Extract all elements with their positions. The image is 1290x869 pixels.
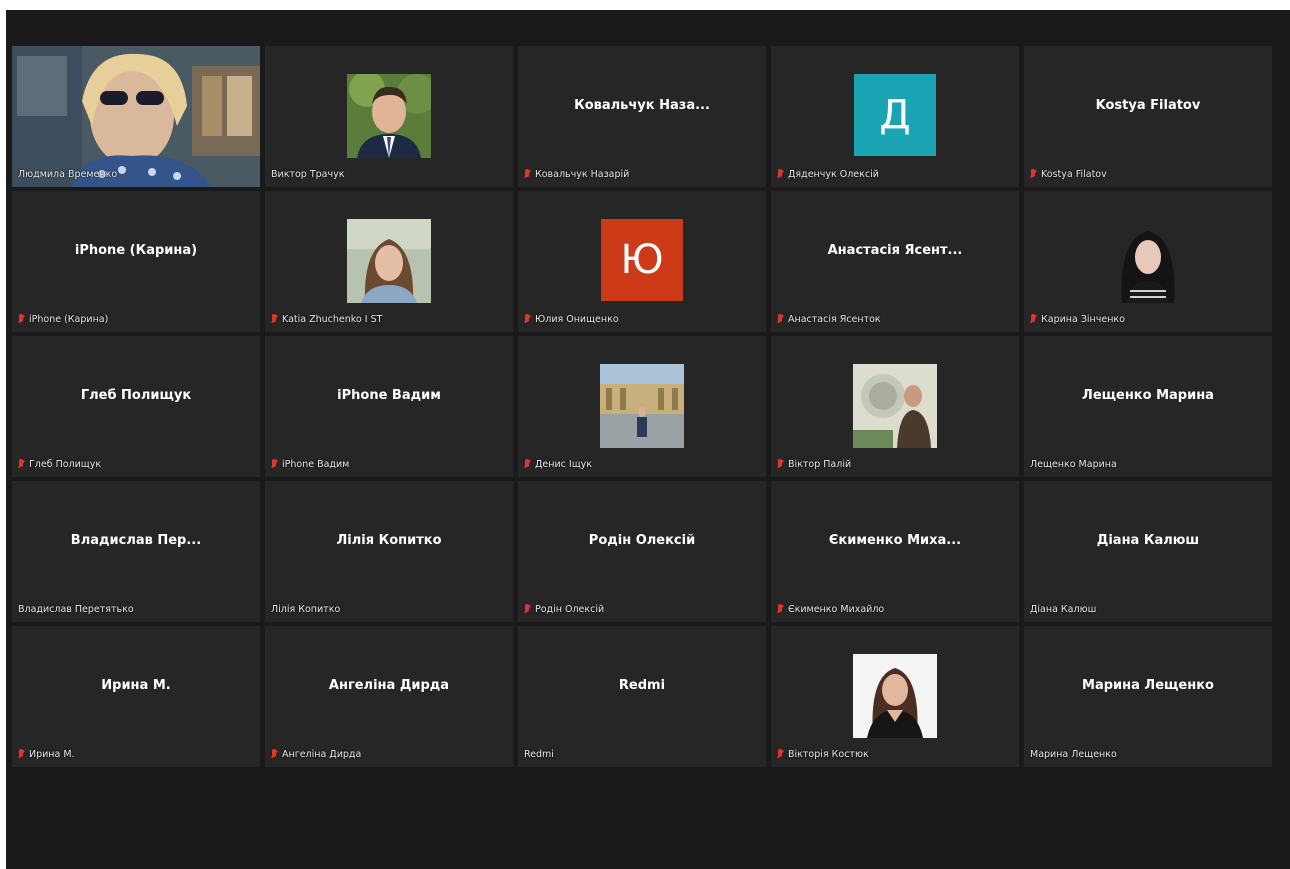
muted-mic-icon <box>1030 314 1037 325</box>
participant-tile[interactable]: Ирина М. Ирина М. <box>12 626 260 767</box>
participant-name-label: Ирина М. <box>18 749 75 760</box>
participant-name-label: iPhone Вадим <box>271 459 349 470</box>
participant-tile[interactable]: Ю Юлия Онищенко <box>518 191 766 332</box>
participant-display-name: iPhone Вадим <box>337 388 441 403</box>
participant-tile[interactable]: Виктор Трачук <box>265 46 513 187</box>
participant-tile[interactable]: Родін Олексій Родін Олексій <box>518 481 766 622</box>
participant-tile[interactable]: iPhone (Карина) iPhone (Карина) <box>12 191 260 332</box>
participant-name-label: Вікторія Костюк <box>777 749 869 760</box>
participant-tile[interactable]: Ангеліна Дирда Ангеліна Дирда <box>265 626 513 767</box>
muted-mic-icon <box>777 749 784 760</box>
muted-mic-icon <box>524 604 531 615</box>
participant-name-label: Карина Зінченко <box>1030 314 1125 325</box>
muted-mic-icon <box>18 459 25 470</box>
muted-mic-icon <box>777 604 784 615</box>
participant-display-name: Лілія Копитко <box>336 533 442 548</box>
participant-name-label: Єкименко Михайло <box>777 604 884 615</box>
participant-tile[interactable]: Глеб Полищук Глеб Полищук <box>12 336 260 477</box>
participant-tile[interactable]: Віктор Палій <box>771 336 1019 477</box>
participant-video <box>12 46 260 187</box>
meeting-window: Людмила Временко Виктор Трачук Ковальчук… <box>6 10 1290 869</box>
participant-name-label: Глеб Полищук <box>18 459 101 470</box>
muted-mic-icon <box>524 169 531 180</box>
participant-tile-active-speaker[interactable]: Людмила Временко <box>12 46 260 187</box>
muted-mic-icon <box>271 314 278 325</box>
participant-tile[interactable]: iPhone Вадим iPhone Вадим <box>265 336 513 477</box>
muted-mic-icon <box>524 459 531 470</box>
participant-name-label: Родін Олексій <box>524 604 604 615</box>
muted-mic-icon <box>18 749 25 760</box>
participant-name-label: Redmi <box>524 749 554 760</box>
participant-name-label: Kostya Filatov <box>1030 169 1107 180</box>
participant-tile[interactable]: Марина Лещенко Марина Лещенко <box>1024 626 1272 767</box>
profile-photo <box>853 364 937 448</box>
profile-photo <box>347 74 431 158</box>
participant-display-name: Ирина М. <box>101 678 171 693</box>
participant-tile[interactable]: Ковальчук Наза... Ковальчук Назарій <box>518 46 766 187</box>
participant-tile[interactable]: Владислав Пер... Владислав Перетятько <box>12 481 260 622</box>
participant-name-label: Дяденчук Олексій <box>777 169 879 180</box>
profile-photo <box>600 364 684 448</box>
profile-photo <box>347 219 431 303</box>
muted-mic-icon <box>777 459 784 470</box>
participant-display-name: Родін Олексій <box>588 533 696 548</box>
participant-tile[interactable]: Лещенко Марина Лещенко Марина <box>1024 336 1272 477</box>
participant-tile[interactable]: Анастасія Ясент... Анастасія Ясенток <box>771 191 1019 332</box>
participant-display-name: Анастасія Ясент... <box>827 243 963 258</box>
participant-display-name: iPhone (Карина) <box>74 243 198 258</box>
participant-tile[interactable]: Денис Іщук <box>518 336 766 477</box>
participant-tile[interactable]: Redmi Redmi <box>518 626 766 767</box>
participant-tile[interactable]: Вікторія Костюк <box>771 626 1019 767</box>
participant-display-name: Владислав Пер... <box>70 533 202 548</box>
muted-mic-icon <box>18 314 25 325</box>
letter-avatar: Д <box>854 74 936 156</box>
participant-display-name: Марина Лещенко <box>1082 678 1214 693</box>
participant-tile[interactable]: Лілія Копитко Лілія Копитко <box>265 481 513 622</box>
participant-tile[interactable]: Kostya Filatov Kostya Filatov <box>1024 46 1272 187</box>
participant-display-name: Kostya Filatov <box>1095 98 1201 113</box>
gallery-grid: Людмила Временко Виктор Трачук Ковальчук… <box>12 46 1272 767</box>
participant-name-label: Марина Лещенко <box>1030 749 1117 760</box>
muted-mic-icon <box>524 314 531 325</box>
participant-display-name: Єкименко Миха... <box>828 533 962 548</box>
muted-mic-icon <box>777 169 784 180</box>
participant-name-label: Ковальчук Назарій <box>524 169 629 180</box>
participant-tile[interactable]: Діана Калюш Діана Калюш <box>1024 481 1272 622</box>
participant-display-name: Глеб Полищук <box>80 388 192 403</box>
participant-tile[interactable]: Katia Zhuchenko I ST <box>265 191 513 332</box>
participant-name-label: Лілія Копитко <box>271 604 341 615</box>
muted-mic-icon <box>1030 169 1037 180</box>
participant-tile[interactable]: Єкименко Миха... Єкименко Михайло <box>771 481 1019 622</box>
participant-name-label: Katia Zhuchenko I ST <box>271 314 382 325</box>
participant-name-label: Людмила Временко <box>18 169 118 180</box>
participant-name-label: Віктор Палій <box>777 459 851 470</box>
letter-avatar: Ю <box>601 219 683 301</box>
participant-tile[interactable]: Д Дяденчук Олексій <box>771 46 1019 187</box>
muted-mic-icon <box>271 459 278 470</box>
participant-name-label: Денис Іщук <box>524 459 592 470</box>
participant-display-name: Діана Калюш <box>1096 533 1200 548</box>
participant-name-label: Юлия Онищенко <box>524 314 619 325</box>
participant-name-label: iPhone (Карина) <box>18 314 108 325</box>
participant-display-name: Лещенко Марина <box>1082 388 1214 403</box>
profile-photo <box>1106 219 1190 303</box>
participant-tile[interactable]: Карина Зінченко <box>1024 191 1272 332</box>
participant-display-name: Ковальчук Наза... <box>574 98 710 113</box>
participant-name-label: Діана Калюш <box>1030 604 1097 615</box>
participant-name-label: Виктор Трачук <box>271 169 345 180</box>
muted-mic-icon <box>271 749 278 760</box>
participant-name-label: Анастасія Ясенток <box>777 314 881 325</box>
muted-mic-icon <box>777 314 784 325</box>
participant-name-label: Лещенко Марина <box>1030 459 1117 470</box>
participant-display-name: Redmi <box>618 678 666 693</box>
profile-photo <box>853 654 937 738</box>
participant-name-label: Ангеліна Дирда <box>271 749 361 760</box>
participant-display-name: Ангеліна Дирда <box>328 678 450 693</box>
participant-name-label: Владислав Перетятько <box>18 604 134 615</box>
